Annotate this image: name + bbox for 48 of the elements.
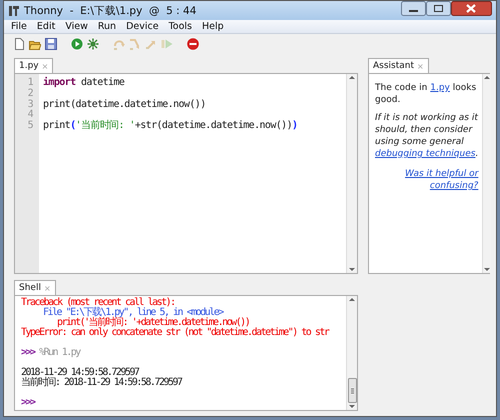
code-line: import datetime xyxy=(43,77,124,88)
shell-prompt: >>> xyxy=(20,347,35,358)
shell-command: %Run 1.py xyxy=(39,347,80,358)
scroll-up-icon[interactable] xyxy=(348,74,356,81)
line-number: 1 xyxy=(26,78,34,88)
maximize-icon[interactable] xyxy=(426,1,451,16)
link[interactable]: debugging techniques xyxy=(375,149,476,159)
menu-item[interactable]: Run xyxy=(92,21,122,32)
shell-output: 当前时间: 2018-11-29 14:59:58.729597 xyxy=(20,377,182,388)
line-number: 2 xyxy=(26,88,34,100)
minimize-icon[interactable] xyxy=(401,1,426,16)
panel-tab[interactable]: Assistant × xyxy=(368,58,429,73)
menu-item[interactable]: View xyxy=(60,21,93,32)
menu-item[interactable]: Device xyxy=(121,21,164,32)
assistant-message: The code in 1.py looks good. xyxy=(375,82,478,106)
shell-prompt: >>> xyxy=(20,397,35,408)
shell-output: 2018-11-29 14:59:58.729597 xyxy=(20,367,139,378)
panel-tab[interactable]: 1.py × xyxy=(14,58,54,73)
scroll-up-icon[interactable] xyxy=(348,296,356,303)
traceback-location: File "E:\下载\1.py", line 5, in <module> xyxy=(42,307,223,318)
app-icon xyxy=(8,4,20,18)
scroll-down-icon[interactable] xyxy=(348,266,356,273)
error-text: Traceback (most recent call last): xyxy=(20,297,175,308)
panel-tab[interactable]: Shell × xyxy=(14,280,56,295)
line-number: 4 xyxy=(26,110,34,120)
play-icon[interactable] xyxy=(71,38,83,50)
scroll-up-icon[interactable] xyxy=(483,74,492,81)
assistant-message: If it is not working as it should, then consider using some general debugging techniques. xyxy=(375,112,478,160)
error-text: TypeError: can only concatenate str (not "datetime.datetime") to str xyxy=(20,327,328,338)
folder-icon[interactable] xyxy=(29,38,41,50)
link[interactable]: 1.py xyxy=(430,83,450,93)
new-file-icon[interactable] xyxy=(13,38,25,50)
menu-item[interactable]: Edit xyxy=(32,21,60,32)
menu-item[interactable]: File xyxy=(6,21,32,32)
menu-item[interactable]: Tools xyxy=(164,21,197,32)
stop-sign-icon[interactable] xyxy=(187,38,199,50)
line-number: 5 xyxy=(26,121,34,132)
code-line: print('当前时间: '+str(datetime.datetime.now())) xyxy=(43,120,298,132)
line-number: 3 xyxy=(26,100,33,110)
code-line: print(datetime.datetime.now()) xyxy=(43,98,206,110)
scroll-down-icon[interactable] xyxy=(483,266,492,273)
window-title: Thonny - E:\下载\1.py @ 5 : 44 xyxy=(24,4,198,18)
scrollbar-thumb[interactable] xyxy=(348,378,356,403)
error-text: print('当前时间: '+datetime.datetime.now()) xyxy=(57,317,250,328)
bug-icon[interactable] xyxy=(87,38,99,50)
menu-item[interactable]: Help xyxy=(196,21,229,32)
feedback-link[interactable]: Was it helpful or confusing? xyxy=(375,168,478,192)
close-icon[interactable] xyxy=(451,1,492,16)
